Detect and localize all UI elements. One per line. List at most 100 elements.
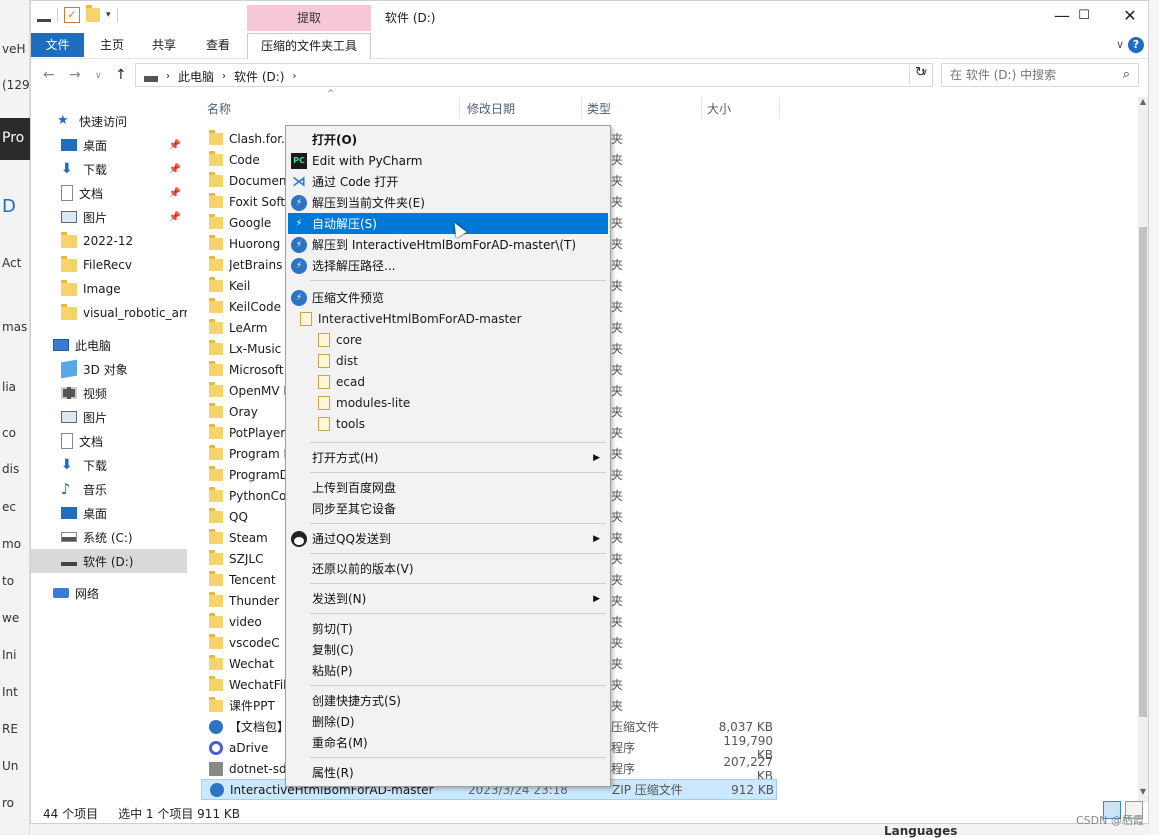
preview-tree-item[interactable]: modules-lite (318, 392, 410, 413)
menu-item-sync-devices[interactable]: 同步至其它设备 (288, 498, 608, 519)
menu-item-rename[interactable]: 重命名(M) (288, 732, 608, 753)
menu-item-extract-to[interactable]: ⚡ 解压到 InteractiveHtmlBomForAD-master\(T) (288, 234, 608, 255)
column-header-name[interactable]: 名称 (207, 100, 231, 122)
menu-item-open[interactable]: 打开(O) (288, 129, 608, 150)
scrollbar-thumb[interactable] (1139, 227, 1147, 717)
nav-item-2022-12[interactable]: 2022-12 (31, 229, 187, 253)
customize-toolbar-icon[interactable]: ▾ (106, 10, 111, 20)
nav-item-documents-pc[interactable]: 文档 (31, 429, 187, 453)
nav-item-image[interactable]: Image (31, 277, 187, 301)
drive-icon[interactable] (37, 14, 51, 22)
refresh-icon[interactable]: ↻ (909, 65, 931, 85)
nav-item-visual-robotic-arm[interactable]: visual_robotic_arm (31, 301, 187, 325)
breadcrumb-chevron-icon[interactable]: › (166, 71, 170, 82)
menu-item-copy[interactable]: 复制(C) (288, 639, 608, 660)
nav-item-documents[interactable]: 文档 📌 (31, 181, 187, 205)
nav-item-drive-c[interactable]: 系统 (C:) (31, 525, 187, 549)
preview-tree-item[interactable]: core (318, 329, 362, 350)
breadcrumb-chevron-icon[interactable]: › (292, 71, 296, 82)
column-separator[interactable] (779, 97, 780, 119)
preview-tree-item[interactable]: tools (318, 413, 365, 434)
menu-item-paste[interactable]: 粘贴(P) (288, 660, 608, 681)
recent-locations-icon[interactable]: ∨ (95, 71, 102, 81)
tree-label: core (336, 332, 362, 347)
menu-item-cut[interactable]: 剪切(T) (288, 618, 608, 639)
nav-item-filerecv[interactable]: FileRecv (31, 253, 187, 277)
nav-item-downloads-pc[interactable]: ⬇ 下载 (31, 453, 187, 477)
nav-item-drive-d[interactable]: 软件 (D:) (31, 549, 187, 573)
desktop-icon (61, 139, 77, 151)
menu-item-restore-previous[interactable]: 还原以前的版本(V) (288, 558, 608, 579)
breadcrumb-chevron-icon[interactable]: › (222, 71, 226, 82)
menu-item-properties[interactable]: 属性(R) (288, 762, 608, 783)
nav-item-pictures[interactable]: 图片 📌 (31, 205, 187, 229)
up-arrow-icon[interactable]: ↑ (115, 67, 127, 83)
column-header-type[interactable]: 类型 (587, 100, 611, 122)
pin-icon[interactable]: 📌 (169, 164, 181, 175)
close-icon[interactable]: ✕ (1107, 1, 1153, 33)
tab-share[interactable]: 共享 (145, 33, 183, 57)
column-header-date[interactable]: 修改日期 (467, 100, 515, 122)
menu-item-auto-extract[interactable]: ⚡ 自动解压(S) (288, 213, 608, 234)
column-header-size[interactable]: 大小 (707, 100, 731, 122)
column-separator[interactable] (581, 97, 582, 119)
nav-network[interactable]: 网络 (31, 581, 187, 605)
help-icon[interactable]: ? (1128, 37, 1144, 53)
tab-home[interactable]: 主页 (93, 33, 131, 57)
address-bar[interactable]: › 此电脑 › 软件 (D:) › ∨ (135, 63, 933, 87)
back-arrow-icon[interactable]: ← (43, 67, 55, 83)
installer-icon (209, 761, 223, 776)
pin-icon[interactable]: 📌 (169, 188, 181, 199)
nav-item-3d-objects[interactable]: 3D 对象 (31, 357, 187, 381)
maximize-icon[interactable]: ☐ (1061, 1, 1107, 33)
folder-icon (209, 444, 223, 460)
nav-this-pc[interactable]: 此电脑 (31, 333, 187, 357)
menu-item-create-shortcut[interactable]: 创建快捷方式(S) (288, 690, 608, 711)
menu-item-send-via-qq[interactable]: 通过QQ发送到 ▶ (288, 528, 608, 549)
menu-item-edit-with-pycharm[interactable]: PC Edit with PyCharm (288, 150, 608, 171)
nav-quick-access[interactable]: ★ 快速访问 (31, 109, 187, 133)
new-folder-icon[interactable] (86, 5, 100, 22)
menu-item-delete[interactable]: 删除(D) (288, 711, 608, 732)
menu-item-archive-preview[interactable]: ⚡ 压缩文件预览 (288, 287, 608, 308)
breadcrumb-drive-d[interactable]: 软件 (D:) (234, 68, 284, 85)
forward-arrow-icon[interactable]: → (69, 67, 81, 83)
search-box[interactable]: ⌕ (941, 63, 1139, 87)
search-input[interactable] (942, 64, 1102, 86)
blank-icon (291, 663, 307, 679)
preview-tree-item[interactable]: dist (318, 350, 358, 371)
file-type: 夹 (611, 216, 624, 230)
menu-item-send-to[interactable]: 发送到(N) ▶ (288, 588, 608, 609)
column-separator[interactable] (459, 97, 460, 119)
file-type: 夹 (611, 615, 624, 629)
tab-compressed-folder-tools[interactable]: 压缩的文件夹工具 (247, 33, 371, 59)
menu-item-choose-extract-path[interactable]: ⚡ 选择解压路径... (288, 255, 608, 276)
menu-item-open-with-code[interactable]: ⋊ 通过 Code 打开 (288, 171, 608, 192)
nav-item-videos[interactable]: 视频 (31, 381, 187, 405)
chevron-down-icon[interactable]: ∨ (1116, 38, 1124, 51)
pin-icon[interactable]: 📌 (169, 212, 181, 223)
menu-item-open-with[interactable]: 打开方式(H) ▶ (288, 447, 608, 468)
tab-file[interactable]: 文件 (31, 33, 84, 57)
pin-icon[interactable]: 📌 (169, 140, 181, 151)
scroll-up-icon[interactable]: ▲ (1138, 97, 1148, 106)
search-icon[interactable]: ⌕ (1123, 67, 1130, 82)
nav-item-music[interactable]: ♪ 音乐 (31, 477, 187, 501)
preview-tree-root[interactable]: InteractiveHtmlBomForAD-master (300, 308, 522, 329)
scroll-down-icon[interactable]: ▼ (1138, 787, 1148, 796)
vertical-scrollbar[interactable]: ▲ ▼ (1138, 97, 1148, 803)
tab-view[interactable]: 查看 (199, 33, 237, 57)
nav-item-pictures-pc[interactable]: 图片 (31, 405, 187, 429)
preview-tree-item[interactable]: ecad (318, 371, 365, 392)
nav-item-downloads[interactable]: ⬇ 下载 📌 (31, 157, 187, 181)
menu-separator (310, 583, 606, 584)
menu-item-extract-here[interactable]: ⚡ 解压到当前文件夹(E) (288, 192, 608, 213)
column-separator[interactable] (701, 97, 702, 119)
properties-check-icon[interactable]: ✓ (64, 7, 80, 23)
archive-icon (209, 719, 223, 734)
nav-item-desktop-pc[interactable]: 桌面 (31, 501, 187, 525)
nav-item-desktop[interactable]: 桌面 📌 (31, 133, 187, 157)
folder-icon (209, 528, 223, 544)
menu-item-upload-baidu[interactable]: 上传到百度网盘 (288, 477, 608, 498)
breadcrumb-this-pc[interactable]: 此电脑 (178, 68, 214, 85)
